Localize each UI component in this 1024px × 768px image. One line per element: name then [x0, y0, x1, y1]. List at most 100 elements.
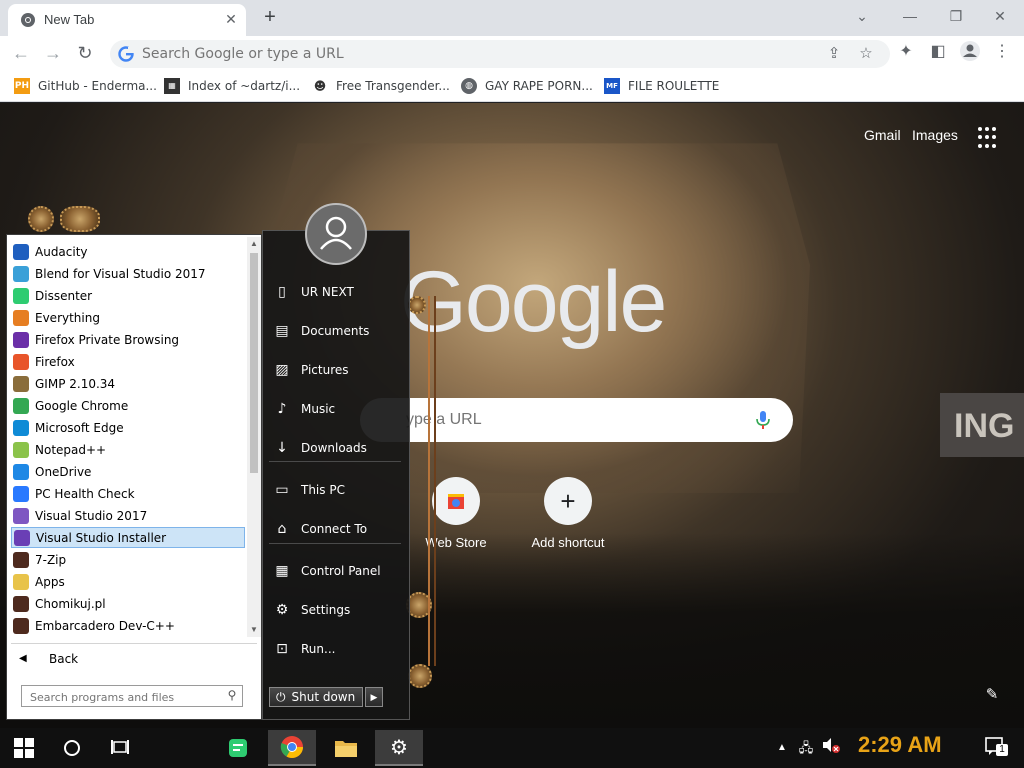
- browser-toolbar: ← → ↻ ⇪ ☆ ✦ ◧ ⋮: [0, 36, 1024, 70]
- ntp-search-input[interactable]: [406, 410, 746, 430]
- program-item[interactable]: 7-Zip: [11, 549, 245, 570]
- back-button[interactable]: ◀ Back: [11, 643, 257, 673]
- program-item[interactable]: Everything: [11, 307, 245, 328]
- start-place-item[interactable]: ▤ Documents: [267, 316, 403, 346]
- side-panel-icon[interactable]: ◧: [926, 40, 950, 64]
- forward-arrow-icon[interactable]: →: [40, 40, 66, 66]
- program-icon: [13, 617, 29, 634]
- start-place-item[interactable]: ⚙ Settings: [267, 595, 403, 625]
- program-item[interactable]: Blend for Visual Studio 2017: [11, 263, 245, 284]
- more-menu-icon[interactable]: ⋮: [990, 40, 1014, 64]
- omnibox-input[interactable]: [142, 44, 782, 64]
- images-link[interactable]: Images: [912, 127, 958, 143]
- bookmark-gay-rape-porn[interactable]: ◍ GAY RAPE PORN...: [461, 76, 593, 96]
- close-tab-icon[interactable]: ✕: [222, 10, 240, 28]
- scroll-up-icon[interactable]: ▲: [247, 237, 261, 251]
- restore-button[interactable]: ❐: [942, 6, 970, 26]
- program-item[interactable]: Visual Studio 2017: [11, 505, 245, 526]
- scroll-down-icon[interactable]: ▼: [247, 623, 261, 637]
- start-search-box[interactable]: ⚲: [21, 685, 243, 707]
- program-item[interactable]: Firefox Private Browsing: [11, 329, 245, 350]
- user-avatar[interactable]: [305, 203, 367, 265]
- minimize-button[interactable]: —: [896, 6, 924, 26]
- program-item[interactable]: GIMP 2.10.34: [11, 373, 245, 394]
- taskbar-chrome[interactable]: [268, 730, 316, 766]
- task-view-button[interactable]: [96, 730, 144, 766]
- start-place-item[interactable]: ↓ Downloads: [267, 433, 403, 463]
- ntp-search-box[interactable]: [360, 398, 793, 442]
- bookmark-star-icon[interactable]: ☆: [856, 44, 876, 64]
- program-item[interactable]: Google Chrome: [11, 395, 245, 416]
- program-icon: [13, 507, 29, 524]
- new-tab-button[interactable]: +: [258, 6, 282, 28]
- gmail-link[interactable]: Gmail: [864, 127, 901, 143]
- bookmark-index-dartz[interactable]: ▦ Index of ~dartz/i...: [164, 76, 300, 96]
- reload-icon[interactable]: ↻: [72, 40, 98, 66]
- folder-icon: [335, 741, 357, 757]
- program-icon: [13, 441, 29, 458]
- cortana-search-button[interactable]: [48, 730, 96, 766]
- web-store-icon: [432, 477, 480, 525]
- notification-center-button[interactable]: 1: [982, 736, 1008, 760]
- program-list-scrollbar[interactable]: ▲ ▼: [247, 237, 261, 637]
- start-place-item[interactable]: ▦ Control Panel: [267, 556, 403, 586]
- start-place-item[interactable]: ▨ Pictures: [267, 355, 403, 385]
- program-label: Blend for Visual Studio 2017: [35, 266, 206, 281]
- program-item[interactable]: Dissenter: [11, 285, 245, 306]
- microphone-icon[interactable]: [756, 410, 770, 430]
- bookmark-file-roulette[interactable]: MF FILE ROULETTE: [604, 76, 719, 96]
- shortcut-add[interactable]: + Add shortcut: [512, 477, 624, 550]
- program-item[interactable]: Apps: [11, 571, 245, 592]
- tab-search-icon[interactable]: ⌄: [848, 6, 876, 26]
- program-item[interactable]: Visual Studio Installer: [11, 527, 245, 548]
- shortcut-web-store[interactable]: Web Store: [400, 477, 512, 550]
- shut-down-options-arrow-icon[interactable]: ▶: [365, 687, 383, 707]
- taskbar-clock[interactable]: 2:29 AM: [858, 732, 942, 758]
- tab-new-tab[interactable]: New Tab ✕: [8, 4, 246, 36]
- tab-title: New Tab: [44, 12, 95, 27]
- omnibox[interactable]: ⇪ ☆: [110, 40, 890, 68]
- start-search-input[interactable]: [30, 689, 210, 705]
- program-icon: [13, 595, 29, 612]
- program-item[interactable]: Firefox: [11, 351, 245, 372]
- back-arrow-icon[interactable]: ←: [8, 40, 34, 66]
- windows-logo-icon: [14, 738, 34, 758]
- share-icon[interactable]: ⇪: [824, 44, 844, 64]
- program-item[interactable]: Chomikuj.pl: [11, 593, 245, 614]
- customize-pencil-icon[interactable]: ✎: [982, 685, 1002, 705]
- extensions-icon[interactable]: ✦: [894, 40, 918, 64]
- globe-icon: ◍: [461, 78, 477, 94]
- program-item[interactable]: PC Health Check: [11, 483, 245, 504]
- taskbar-dissenter[interactable]: [214, 730, 262, 766]
- taskbar-file-explorer[interactable]: [322, 730, 370, 766]
- start-place-item[interactable]: ♪ Music: [267, 394, 403, 424]
- program-item[interactable]: Audacity: [11, 241, 245, 262]
- program-item[interactable]: Embarcadero Dev-C++: [11, 615, 245, 636]
- start-place-item[interactable]: ▯ UR NEXT: [267, 277, 403, 307]
- program-label: Firefox Private Browsing: [35, 332, 180, 347]
- start-place-label: Connect To: [301, 522, 368, 536]
- google-apps-icon[interactable]: [978, 127, 1000, 149]
- shut-down-button[interactable]: ⏻ Shut down: [269, 687, 363, 707]
- show-hidden-icons-icon[interactable]: ▲: [774, 736, 790, 760]
- profile-avatar-icon[interactable]: [958, 40, 982, 64]
- taskbar-settings[interactable]: ⚙: [375, 730, 423, 766]
- gear-decoration-icon: [408, 296, 426, 314]
- network-icon[interactable]: 🖧: [796, 736, 816, 760]
- start-place-item[interactable]: ⌂ Connect To: [267, 514, 403, 544]
- bookmark-github[interactable]: PH GitHub - Enderma...: [14, 76, 157, 96]
- ph-icon: PH: [14, 78, 30, 94]
- scrollbar-thumb[interactable]: [250, 253, 258, 473]
- program-item[interactable]: OneDrive: [11, 461, 245, 482]
- program-item[interactable]: Microsoft Edge: [11, 417, 245, 438]
- close-window-button[interactable]: ✕: [986, 6, 1014, 26]
- windows-start-button[interactable]: [0, 730, 48, 766]
- search-icon[interactable]: ⚲: [224, 688, 240, 704]
- start-place-item[interactable]: ▭ This PC: [267, 475, 403, 505]
- program-label: PC Health Check: [35, 486, 135, 501]
- bookmark-free-transgender[interactable]: ☻ Free Transgender...: [312, 76, 450, 96]
- start-place-item[interactable]: ⊡ Run...: [267, 634, 403, 664]
- volume-muted-icon[interactable]: [820, 736, 842, 760]
- program-item[interactable]: Notepad++: [11, 439, 245, 460]
- gear-decoration-icon: [28, 206, 54, 232]
